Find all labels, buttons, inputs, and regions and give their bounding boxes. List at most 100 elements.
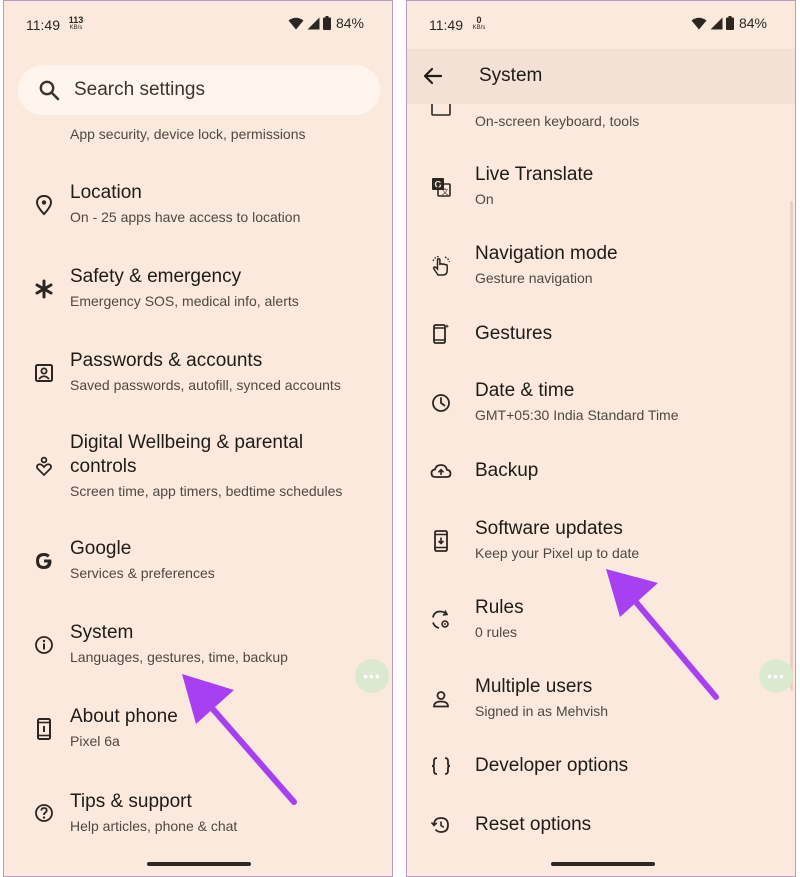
item-subtitle: On-screen keyboard, tools — [475, 113, 640, 129]
svg-text:文: 文 — [442, 187, 449, 196]
item-subtitle: Signed in as Mehvish — [475, 703, 609, 719]
item-subtitle: App security, device lock, permissions — [70, 126, 306, 142]
item-subtitle: On — [475, 191, 494, 207]
network-speed: 113 KB/s — [68, 15, 84, 32]
translate-icon: G文 — [429, 175, 453, 199]
item-title: Rules — [475, 597, 524, 618]
settings-item-gestures[interactable]: Gestures — [407, 313, 795, 357]
status-icons: 84% — [691, 15, 767, 31]
search-icon — [38, 79, 60, 101]
list-item-security-partial[interactable]: App security, device lock, permissions — [4, 119, 392, 149]
item-title: Multiple users — [475, 676, 593, 697]
settings-item-software-updates[interactable]: Software updates Keep your Pixel up to d… — [407, 509, 795, 577]
settings-item-multiple-users[interactable]: Multiple users Signed in as Mehvish — [407, 667, 795, 735]
braces-icon — [429, 754, 453, 778]
item-title: Developer options — [475, 755, 629, 776]
item-title: Tips & support — [70, 791, 192, 812]
item-title-line1: Digital Wellbeing & parental — [70, 432, 304, 453]
gesture-hand-icon — [429, 254, 453, 278]
item-subtitle: Saved passwords, autofill, synced accoun… — [70, 377, 341, 393]
settings-item-date-time[interactable]: Date & time GMT+05:30 India Standard Tim… — [407, 371, 795, 439]
account-box-icon — [32, 361, 56, 385]
settings-item-tips-support[interactable]: Tips & support Help articles, phone & ch… — [4, 782, 392, 842]
settings-item-about-phone[interactable]: About phone Pixel 6a — [4, 697, 392, 767]
clock-icon — [429, 391, 453, 415]
battery-icon — [322, 16, 331, 30]
item-subtitle: Help articles, phone & chat — [70, 818, 238, 834]
item-subtitle: Emergency SOS, medical info, alerts — [70, 293, 299, 309]
help-icon — [32, 801, 56, 825]
info-icon — [32, 633, 56, 657]
item-subtitle: Screen time, app timers, bedtime schedul… — [70, 483, 343, 499]
status-icons: 84% — [288, 15, 364, 31]
status-time: 11:49 — [429, 17, 463, 33]
location-pin-icon — [32, 193, 56, 217]
search-settings-bar[interactable]: Search settings — [18, 65, 380, 115]
wifi-icon — [691, 17, 707, 29]
item-subtitle: Languages, gestures, time, backup — [70, 649, 288, 665]
item-title: Location — [70, 182, 142, 203]
item-title-line2: controls — [70, 456, 137, 477]
scrollbar[interactable] — [790, 201, 793, 691]
wifi-icon — [288, 17, 304, 29]
left-phone-screen: 11:49 113 KB/s 84% Search settings App s… — [3, 0, 393, 877]
cloud-upload-icon — [429, 459, 453, 483]
settings-item-reset-options[interactable]: Reset options — [407, 804, 795, 848]
item-subtitle: Gesture navigation — [475, 270, 593, 286]
page-title: System — [479, 65, 543, 86]
more-dots-icon: ••• — [767, 668, 785, 684]
settings-item-developer-options[interactable]: Developer options — [407, 745, 795, 789]
back-arrow-icon[interactable] — [421, 64, 445, 88]
item-title: Gestures — [475, 323, 553, 344]
network-speed: 0 KB/s — [472, 15, 486, 32]
floating-bubble[interactable]: ••• — [355, 659, 389, 693]
item-title: System — [70, 622, 134, 643]
settings-item-safety-emergency[interactable]: Safety & emergency Emergency SOS, medica… — [4, 257, 392, 327]
item-title: Navigation mode — [475, 243, 618, 264]
item-title: Reset options — [475, 814, 592, 835]
item-title: Date & time — [475, 380, 575, 401]
settings-item-passwords-accounts[interactable]: Passwords & accounts Saved passwords, au… — [4, 341, 392, 411]
battery-percentage: 84% — [738, 15, 767, 31]
battery-percentage: 84% — [335, 15, 364, 31]
phone-icon — [32, 717, 56, 741]
search-placeholder: Search settings — [74, 79, 205, 100]
rules-icon — [429, 608, 453, 632]
settings-item-navigation-mode[interactable]: Navigation mode Gesture navigation — [407, 234, 795, 302]
more-dots-icon: ••• — [363, 668, 381, 684]
item-subtitle: Services & preferences — [70, 565, 215, 581]
settings-item-digital-wellbeing[interactable]: Digital Wellbeing & parental controls Sc… — [4, 425, 392, 515]
google-g-icon — [32, 549, 56, 573]
item-title: Safety & emergency — [70, 266, 242, 287]
item-subtitle: On - 25 apps have access to location — [70, 209, 301, 225]
item-title: Software updates — [475, 518, 623, 539]
status-time: 11:49 — [26, 17, 60, 33]
status-bar: 11:49 113 KB/s 84% — [4, 1, 392, 49]
battery-icon — [725, 16, 734, 30]
gestures-phone-icon — [429, 322, 453, 346]
right-phone-screen: 11:49 0 KB/s 84% System On-screen keyboa… — [406, 0, 796, 877]
item-title: Backup — [475, 460, 539, 481]
settings-item-google[interactable]: Google Services & preferences — [4, 529, 392, 599]
item-subtitle: 0 rules — [475, 624, 518, 640]
floating-bubble[interactable]: ••• — [759, 659, 793, 693]
settings-item-live-translate[interactable]: G文 Live Translate On — [407, 155, 795, 223]
item-title: Live Translate — [475, 164, 594, 185]
gesture-handle[interactable] — [147, 862, 251, 866]
wellbeing-icon — [32, 455, 56, 479]
settings-item-backup[interactable]: Backup — [407, 450, 795, 494]
item-subtitle: GMT+05:30 India Standard Time — [475, 407, 679, 423]
item-subtitle: Pixel 6a — [70, 733, 120, 749]
item-subtitle: Keep your Pixel up to date — [475, 545, 640, 561]
item-title: Google — [70, 538, 132, 559]
gesture-handle[interactable] — [551, 862, 655, 866]
item-title: Passwords & accounts — [70, 350, 263, 371]
top-app-bar: System — [407, 49, 795, 104]
person-icon — [429, 687, 453, 711]
cellular-signal-icon — [307, 17, 320, 29]
cellular-signal-icon — [710, 17, 723, 29]
settings-item-rules[interactable]: Rules 0 rules — [407, 588, 795, 656]
history-icon — [429, 813, 453, 837]
settings-item-location[interactable]: Location On - 25 apps have access to loc… — [4, 173, 392, 243]
settings-item-system[interactable]: System Languages, gestures, time, backup — [4, 613, 392, 683]
